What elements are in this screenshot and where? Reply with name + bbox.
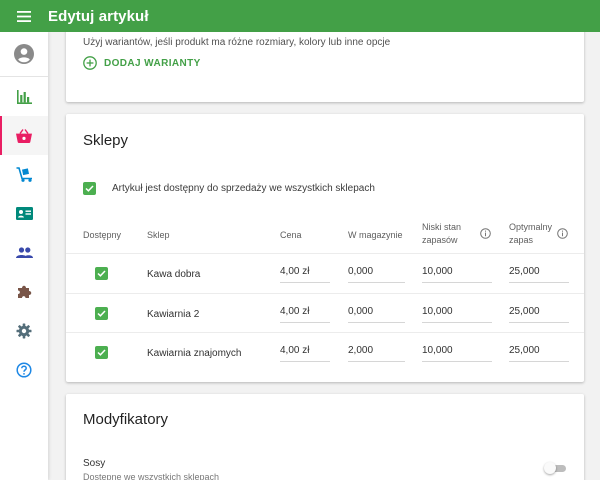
main-content: Użyj wariantów, jeśli produkt ma różne r… (48, 32, 600, 480)
col-header-low-stock-line1: Niski stan (422, 222, 462, 232)
low-stock-field[interactable]: 10,000 (422, 258, 492, 283)
optimal-stock-field[interactable]: 25,000 (509, 337, 569, 362)
variants-card: Użyj wariantów, jeśli produkt ma różne r… (66, 32, 584, 102)
help-icon (16, 361, 32, 378)
info-icon[interactable] (557, 228, 568, 239)
stores-title: Sklepy (83, 132, 129, 149)
optimal-stock-field[interactable]: 25,000 (509, 258, 569, 283)
low-stock-field[interactable]: 10,000 (422, 337, 492, 362)
col-header-in-stock: W magazynie (348, 230, 403, 240)
table-row: Kawiarnia znajomych 4,00 zł 2,000 10,000… (66, 333, 584, 372)
account-icon (14, 44, 34, 64)
col-header-available: Dostępny (83, 230, 122, 240)
sidebar (0, 32, 48, 480)
dolly-icon (16, 167, 32, 182)
store-name: Kawa dobra (147, 269, 201, 280)
store-name: Kawiarnia 2 (147, 309, 200, 320)
store-name: Kawiarnia znajomych (147, 348, 242, 359)
menu-icon (17, 10, 31, 22)
sidebar-item-help[interactable] (0, 350, 48, 389)
col-header-store: Sklep (147, 230, 170, 240)
col-header-low-stock-line2: zapasów (422, 235, 458, 245)
sidebar-item-reports[interactable] (0, 77, 48, 116)
available-all-checkbox[interactable] (83, 182, 96, 195)
toggle-knob (544, 462, 556, 474)
col-header-price: Cena (280, 230, 302, 240)
check-icon (97, 270, 106, 277)
col-header-low-stock: Niski stan zapasów (422, 221, 461, 247)
page-title: Edytuj artykuł (48, 7, 149, 25)
sidebar-item-items[interactable] (0, 116, 48, 155)
col-header-optimal-line1: Optymalny (509, 222, 553, 232)
low-stock-field[interactable]: 10,000 (422, 298, 492, 323)
modifiers-card: Modyfikatory Sosy Dostępne we wszystkich… (66, 394, 584, 480)
in-stock-field[interactable]: 0,000 (348, 298, 405, 323)
add-circle-icon (83, 56, 97, 70)
in-stock-field[interactable]: 2,000 (348, 337, 405, 362)
col-header-optimal-line2: zapas (509, 235, 534, 245)
gear-icon (16, 323, 32, 338)
optimal-stock-field[interactable]: 25,000 (509, 298, 569, 323)
id-card-icon (15, 207, 33, 220)
check-icon (97, 310, 106, 317)
store-available-checkbox[interactable] (95, 267, 108, 280)
store-available-checkbox[interactable] (95, 346, 108, 359)
sidebar-item-inventory[interactable] (0, 155, 48, 194)
variants-hint: Użyj wariantów, jeśli produkt ma różne r… (83, 37, 391, 48)
in-stock-field[interactable]: 0,000 (348, 258, 405, 283)
price-field[interactable]: 4,00 zł (280, 337, 330, 362)
sidebar-item-settings[interactable] (0, 311, 48, 350)
sidebar-item-account[interactable] (0, 32, 48, 77)
col-header-optimal: Optymalny zapas (509, 221, 552, 247)
modifier-toggle[interactable] (544, 462, 566, 474)
modifiers-title: Modyfikatory (83, 411, 169, 428)
puzzle-icon (17, 285, 31, 298)
check-icon (85, 185, 94, 192)
app-bar: Edytuj artykuł (0, 0, 600, 32)
table-row: Kawiarnia 2 4,00 zł 0,000 10,000 25,000 (66, 294, 584, 333)
check-icon (97, 349, 106, 356)
basket-icon (16, 128, 32, 143)
people-icon (15, 247, 33, 258)
table-row: Kawa dobra 4,00 zł 0,000 10,000 25,000 (66, 254, 584, 293)
modifier-subtitle: Dostępne we wszystkich sklepach (83, 472, 220, 480)
bar-chart-icon (16, 89, 32, 104)
stores-card: Sklepy Artykuł jest dostępny do sprzedaż… (66, 114, 584, 382)
sidebar-item-employees[interactable] (0, 194, 48, 233)
info-icon[interactable] (480, 228, 491, 239)
store-available-checkbox[interactable] (95, 307, 108, 320)
modifier-name: Sosy (83, 458, 106, 469)
sidebar-item-customers[interactable] (0, 233, 48, 272)
available-all-label: Artykuł jest dostępny do sprzedaży we ws… (112, 183, 375, 194)
sidebar-item-apps[interactable] (0, 272, 48, 311)
price-field[interactable]: 4,00 zł (280, 258, 330, 283)
available-all-row: Artykuł jest dostępny do sprzedaży we ws… (83, 182, 375, 195)
add-variants-label: DODAJ WARIANTY (104, 57, 201, 69)
price-field[interactable]: 4,00 zł (280, 298, 330, 323)
menu-button[interactable] (0, 0, 48, 32)
add-variants-button[interactable]: DODAJ WARIANTY (83, 56, 201, 70)
